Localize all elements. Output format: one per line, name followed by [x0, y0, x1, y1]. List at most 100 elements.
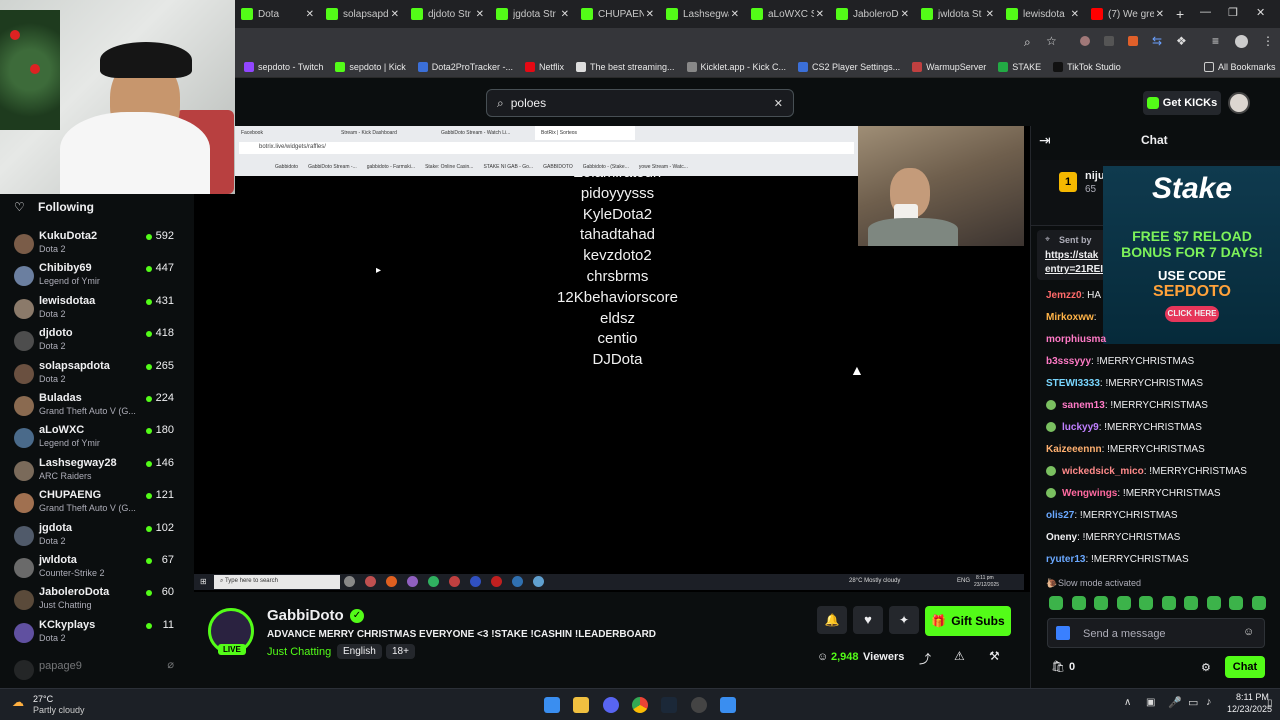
stake-ad[interactable]: Stake FREE $7 RELOAD BONUS FOR 7 DAYS! U… — [1103, 166, 1280, 344]
browser-tab[interactable]: solapsapd ✕ — [320, 0, 405, 28]
user-avatar[interactable] — [1228, 92, 1250, 114]
bookmark-item[interactable]: The best streaming... — [575, 61, 675, 72]
browser-tab[interactable]: djdoto Str ✕ — [405, 0, 490, 28]
maximize-icon[interactable]: ❐ — [1228, 6, 1238, 19]
following-channel[interactable]: Buladas Grand Theft Auto V (G... 224 — [0, 392, 194, 424]
following-channel[interactable]: Chibiby69 Legend of Ymir 447 — [0, 262, 194, 294]
bookmark-item[interactable]: WarmupServer — [912, 61, 986, 72]
chat-username[interactable]: STEWI3333 — [1046, 378, 1100, 389]
close-tab-icon[interactable]: ✕ — [476, 9, 484, 20]
clear-search-icon[interactable]: ✕ — [774, 97, 783, 110]
chat-input[interactable]: Send a message ☺ — [1047, 618, 1265, 648]
close-tab-icon[interactable]: ✕ — [901, 9, 909, 20]
following-channel[interactable]: aLoWXC Legend of Ymir 180 — [0, 424, 194, 456]
close-tab-icon[interactable]: ✕ — [561, 9, 569, 20]
extensions-puzzle-icon[interactable]: ❖ — [1176, 34, 1187, 48]
obs-icon[interactable] — [691, 697, 707, 713]
following-channel[interactable]: lewisdotaa Dota 2 431 — [0, 295, 194, 327]
following-channel[interactable]: jwldota Counter-Strike 2 67 — [0, 554, 194, 586]
close-window-icon[interactable]: ✕ — [1256, 6, 1265, 19]
new-tab-button[interactable]: + — [1176, 6, 1184, 22]
tag-english[interactable]: English — [337, 644, 382, 659]
follow-button[interactable]: ♥ — [853, 606, 883, 634]
close-tab-icon[interactable]: ✕ — [986, 9, 994, 20]
network-icon[interactable]: ▭ — [1188, 696, 1198, 709]
following-channel[interactable]: KCkyplays Dota 2 11 — [0, 619, 194, 651]
extension-icon[interactable]: ⇆ — [1152, 34, 1162, 48]
emote-icon[interactable] — [1116, 596, 1131, 610]
browser-tab[interactable]: aLoWXC S ✕ — [745, 0, 830, 28]
close-tab-icon[interactable]: ✕ — [1071, 9, 1079, 20]
browser-tab[interactable]: jgdota Str ✕ — [490, 0, 575, 28]
profile-avatar[interactable] — [1235, 35, 1248, 48]
volume-icon[interactable]: ♪ — [1206, 696, 1212, 708]
notification-bell-button[interactable]: 🔔 — [817, 606, 847, 634]
search-input[interactable]: ⌕ poloes ✕ — [486, 89, 794, 117]
bookmark-item[interactable]: sepdoto - Twitch — [244, 61, 323, 72]
browser-tab[interactable]: lewisdota ✕ — [1000, 0, 1085, 28]
emote-icon[interactable] — [1184, 596, 1198, 610]
bookmark-item[interactable]: Kicklet.app - Kick C... — [686, 61, 786, 72]
gift-subs-button[interactable]: 🎁 Gift Subs — [925, 606, 1011, 636]
video-player[interactable]: Facebook Stream - Kick Dashboard GabbiDoto… — [194, 126, 1030, 592]
tray-chevron-icon[interactable]: ∧ — [1124, 697, 1131, 708]
chat-send-button[interactable]: Chat — [1225, 656, 1265, 678]
emote-icon[interactable] — [1161, 596, 1176, 610]
chat-username[interactable]: sanem13 — [1062, 400, 1105, 411]
settings-gear-icon[interactable]: ⚙ — [1201, 661, 1211, 674]
close-tab-icon[interactable]: ✕ — [646, 9, 654, 20]
chat-username[interactable]: b3sssyyy — [1046, 356, 1091, 367]
browser-tab[interactable]: CHUPAEN ✕ — [575, 0, 660, 28]
streamer-name[interactable]: GabbiDoto — [267, 607, 344, 624]
emote-icon[interactable] — [1071, 596, 1086, 610]
bookmark-star-icon[interactable]: ☆ — [1046, 34, 1057, 48]
share-icon[interactable]: ⤴ — [919, 650, 931, 667]
chat-username[interactable]: Kaizeeennn — [1046, 444, 1102, 455]
emoji-icon[interactable]: ☺ — [1243, 626, 1254, 638]
discord-icon[interactable] — [603, 697, 619, 713]
emote-icon[interactable] — [1251, 596, 1266, 610]
subscribe-button[interactable]: ✦ — [889, 606, 919, 634]
ad-cta-button[interactable]: CLICK HERE — [1165, 306, 1219, 322]
close-tab-icon[interactable]: ✕ — [816, 9, 824, 20]
extension-icon[interactable] — [1104, 36, 1114, 46]
emote-icon[interactable] — [1229, 596, 1243, 610]
zoom-icon[interactable]: ⌕ — [1024, 35, 1031, 50]
following-channel[interactable]: CHUPAENG Grand Theft Auto V (G... 121 — [0, 489, 194, 521]
chat-username[interactable]: Mirkoxww — [1046, 312, 1094, 323]
emote-icon[interactable] — [1206, 596, 1221, 610]
clock-time[interactable]: 8:11 PM — [1236, 692, 1269, 702]
chat-username[interactable]: luckyy9 — [1062, 422, 1099, 433]
chat-username[interactable]: ryuter13 — [1046, 554, 1085, 565]
bookmark-item[interactable]: STAKE — [998, 61, 1041, 72]
extension-icon[interactable] — [1128, 36, 1138, 46]
points-icon[interactable]: 🛍 — [1051, 660, 1065, 673]
collapse-chat-icon[interactable]: ⇥ — [1039, 132, 1051, 149]
emote-icon[interactable] — [1094, 596, 1108, 610]
browser-tab[interactable]: Dota ✕ — [235, 0, 320, 28]
emote-icon[interactable] — [1139, 596, 1153, 610]
bookmark-item[interactable]: Netflix — [524, 61, 564, 72]
microphone-icon[interactable]: 🎤 — [1168, 696, 1182, 709]
moderation-icon[interactable]: ⚒ — [989, 649, 1000, 663]
following-channel[interactable]: JaboleroDota Just Chatting 60 — [0, 586, 194, 618]
emote-icon[interactable] — [1049, 596, 1063, 610]
following-channel[interactable]: solapsapdota Dota 2 265 — [0, 360, 194, 392]
close-tab-icon[interactable]: ✕ — [731, 9, 739, 20]
close-tab-icon[interactable]: ✕ — [306, 9, 314, 20]
close-tab-icon[interactable]: ✕ — [1156, 9, 1164, 20]
pinned-link[interactable]: https://stak — [1045, 250, 1098, 261]
browser-tab[interactable]: jwldota St ✕ — [915, 0, 1000, 28]
chrome-icon[interactable] — [632, 697, 648, 713]
menu-kebab-icon[interactable]: ⋮ — [1262, 34, 1274, 48]
report-icon[interactable]: ⚠ — [954, 649, 965, 663]
bookmark-item[interactable]: sepdoto | Kick — [335, 61, 406, 72]
notepad-icon[interactable] — [720, 697, 736, 713]
following-channel[interactable]: Lashsegway28 ARC Raiders 146 — [0, 457, 194, 489]
bookmark-item[interactable]: CS2 Player Settings... — [798, 61, 900, 72]
pinned-link[interactable]: entry=21REI — [1045, 264, 1103, 275]
file-explorer-icon[interactable] — [573, 697, 589, 713]
browser-tab[interactable]: JaboleroD ✕ — [830, 0, 915, 28]
browser-tab[interactable]: Lashsegwa ✕ — [660, 0, 745, 28]
chat-username[interactable]: morphiusma — [1046, 334, 1106, 345]
